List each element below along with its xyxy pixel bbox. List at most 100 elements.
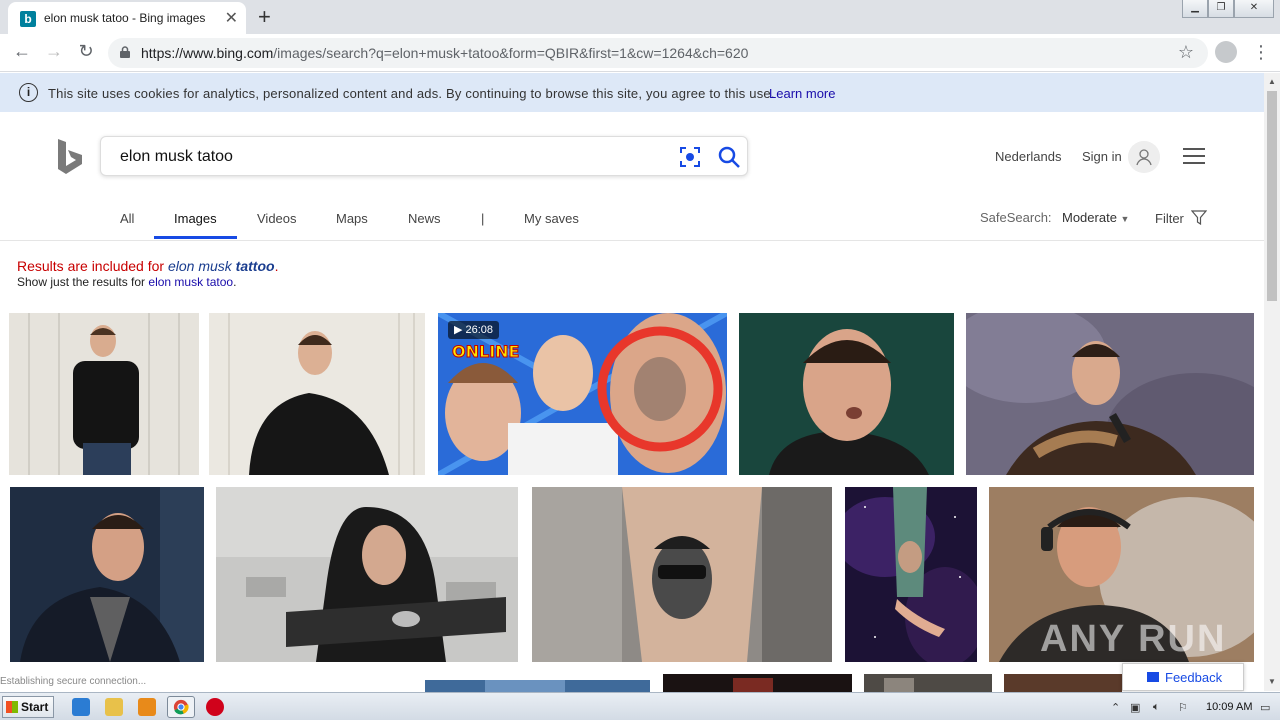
- bookmark-star-icon[interactable]: ☆: [1178, 42, 1194, 63]
- minimize-window-button[interactable]: ▁: [1182, 0, 1208, 18]
- media-player-icon[interactable]: [138, 698, 156, 716]
- visual-search-icon[interactable]: [679, 146, 701, 168]
- close-window-button[interactable]: ✕: [1234, 0, 1274, 18]
- browser-tabstrip: b elon musk tatoo - Bing images ✕ + ▁ ❐ …: [0, 0, 1280, 34]
- image-result[interactable]: [9, 313, 199, 475]
- video-thumbnail-text: ONLINE: [452, 342, 519, 361]
- image-result[interactable]: [532, 487, 832, 662]
- result-thumbnail: [845, 487, 977, 662]
- safesearch-dropdown[interactable]: Moderate ▼: [1062, 210, 1129, 225]
- image-result[interactable]: [864, 674, 992, 692]
- filter-button[interactable]: Filter: [1155, 210, 1207, 226]
- feedback-button[interactable]: Feedback: [1122, 663, 1244, 691]
- internet-explorer-icon[interactable]: [72, 698, 90, 716]
- browser-toolbar: ← → ↻ https://www.bing.com/images/search…: [0, 34, 1280, 72]
- scrollbar-thumb[interactable]: [1267, 91, 1277, 301]
- image-result[interactable]: [845, 487, 977, 662]
- spelling-correction: Results are included for elon musk tatto…: [17, 258, 279, 274]
- image-result[interactable]: [216, 487, 518, 662]
- image-result[interactable]: [1004, 674, 1122, 692]
- new-tab-button[interactable]: +: [258, 4, 271, 30]
- browser-profile-icon[interactable]: [1215, 41, 1237, 63]
- scope-separator: |: [481, 211, 485, 226]
- video-duration-badge: ▶ 26:08: [448, 321, 500, 339]
- tab-all[interactable]: All: [120, 211, 134, 226]
- filter-label: Filter: [1155, 211, 1184, 226]
- address-bar[interactable]: https://www.bing.com/images/search?q=elo…: [108, 38, 1208, 68]
- bing-favicon-icon: b: [20, 11, 36, 27]
- network-icon[interactable]: ▣: [1130, 701, 1140, 714]
- cookie-banner: i This site uses cookies for analytics, …: [0, 73, 1264, 112]
- avatar-icon[interactable]: [1128, 141, 1160, 173]
- image-result[interactable]: [966, 313, 1254, 475]
- browser-tab[interactable]: b elon musk tatoo - Bing images ✕: [8, 2, 246, 34]
- original-query-link[interactable]: elon musk tatoo: [148, 275, 233, 289]
- result-thumbnail: [663, 674, 852, 692]
- start-label: Start: [21, 700, 49, 714]
- result-thumbnail: [425, 680, 650, 692]
- bing-logo-icon[interactable]: [56, 138, 86, 176]
- chrome-taskbar-button[interactable]: [167, 696, 195, 718]
- info-icon: i: [19, 83, 38, 102]
- video-result[interactable]: ONLINE ▶ 26:08: [438, 313, 727, 475]
- windows-logo-icon: [6, 701, 18, 713]
- browser-menu-icon[interactable]: ⋮: [1252, 41, 1270, 63]
- cookie-message: This site uses cookies for analytics, pe…: [48, 86, 775, 101]
- corrected-query[interactable]: elon musk tattoo: [168, 258, 275, 274]
- tray-expand-icon[interactable]: ⌃: [1111, 701, 1120, 714]
- tab-videos[interactable]: Videos: [257, 211, 297, 226]
- chrome-icon: [173, 699, 189, 715]
- volume-icon[interactable]: 🔈︎: [1153, 701, 1160, 714]
- image-result[interactable]: [425, 680, 650, 692]
- search-icon[interactable]: [717, 145, 741, 169]
- safesearch-value: Moderate: [1062, 210, 1117, 225]
- anyrun-watermark: ANY RUN: [1040, 618, 1227, 660]
- result-thumbnail: [10, 487, 204, 662]
- show-desktop-icon[interactable]: ▭: [1260, 701, 1270, 714]
- start-button[interactable]: Start: [2, 696, 54, 718]
- result-thumbnail: [966, 313, 1254, 475]
- tab-maps[interactable]: Maps: [336, 211, 368, 226]
- language-link[interactable]: Nederlands: [995, 149, 1062, 164]
- tab-images[interactable]: Images: [174, 211, 217, 226]
- original-query-notice: Show just the results for elon musk tato…: [17, 275, 237, 289]
- reload-icon[interactable]: ↻: [74, 41, 98, 62]
- image-result[interactable]: [663, 674, 852, 692]
- taskbar-clock[interactable]: 10:09 AM: [1206, 701, 1252, 713]
- browser-status-text: Establishing secure connection...: [0, 676, 147, 687]
- search-input[interactable]: elon musk tatoo: [120, 148, 233, 166]
- image-result[interactable]: [10, 487, 204, 662]
- file-explorer-icon[interactable]: [105, 698, 123, 716]
- action-center-flag-icon[interactable]: ⚐: [1178, 701, 1188, 714]
- chat-bubble-icon: [1147, 672, 1159, 682]
- result-thumbnail: [9, 313, 199, 475]
- hamburger-menu-icon[interactable]: [1183, 148, 1205, 164]
- security-app-icon[interactable]: [206, 698, 224, 716]
- url-text: https://www.bing.com/images/search?q=elo…: [141, 45, 749, 61]
- search-box[interactable]: elon musk tatoo: [100, 136, 748, 176]
- feedback-label: Feedback: [1165, 670, 1223, 685]
- result-thumbnail: [216, 487, 518, 662]
- funnel-icon: [1190, 210, 1207, 226]
- page-scrollbar[interactable]: ▲ ▼: [1264, 73, 1280, 691]
- tab-title: elon musk tatoo - Bing images: [44, 11, 206, 25]
- forward-arrow-icon[interactable]: →: [42, 41, 66, 62]
- tab-news[interactable]: News: [408, 211, 441, 226]
- sign-in-link[interactable]: Sign in: [1082, 149, 1122, 164]
- scope-divider: [0, 240, 1264, 241]
- result-thumbnail: [532, 487, 832, 662]
- close-tab-icon[interactable]: ✕: [225, 8, 238, 28]
- learn-more-link[interactable]: Learn more: [769, 86, 835, 101]
- restore-window-button[interactable]: ❐: [1208, 0, 1234, 18]
- lock-icon: [120, 46, 130, 58]
- back-arrow-icon[interactable]: ←: [10, 41, 34, 62]
- active-tab-indicator: [154, 236, 237, 239]
- windows-taskbar: Start ⌃ ▣ 🔈︎ ⚐ 10:09 AM ▭: [0, 692, 1280, 720]
- scroll-down-icon[interactable]: ▼: [1268, 677, 1276, 686]
- image-result[interactable]: [209, 313, 425, 475]
- tab-my-saves[interactable]: My saves: [524, 211, 579, 226]
- result-thumbnail: [864, 674, 992, 692]
- scroll-up-icon[interactable]: ▲: [1268, 77, 1276, 86]
- safesearch-label: SafeSearch:: [980, 210, 1052, 225]
- image-result[interactable]: [739, 313, 954, 475]
